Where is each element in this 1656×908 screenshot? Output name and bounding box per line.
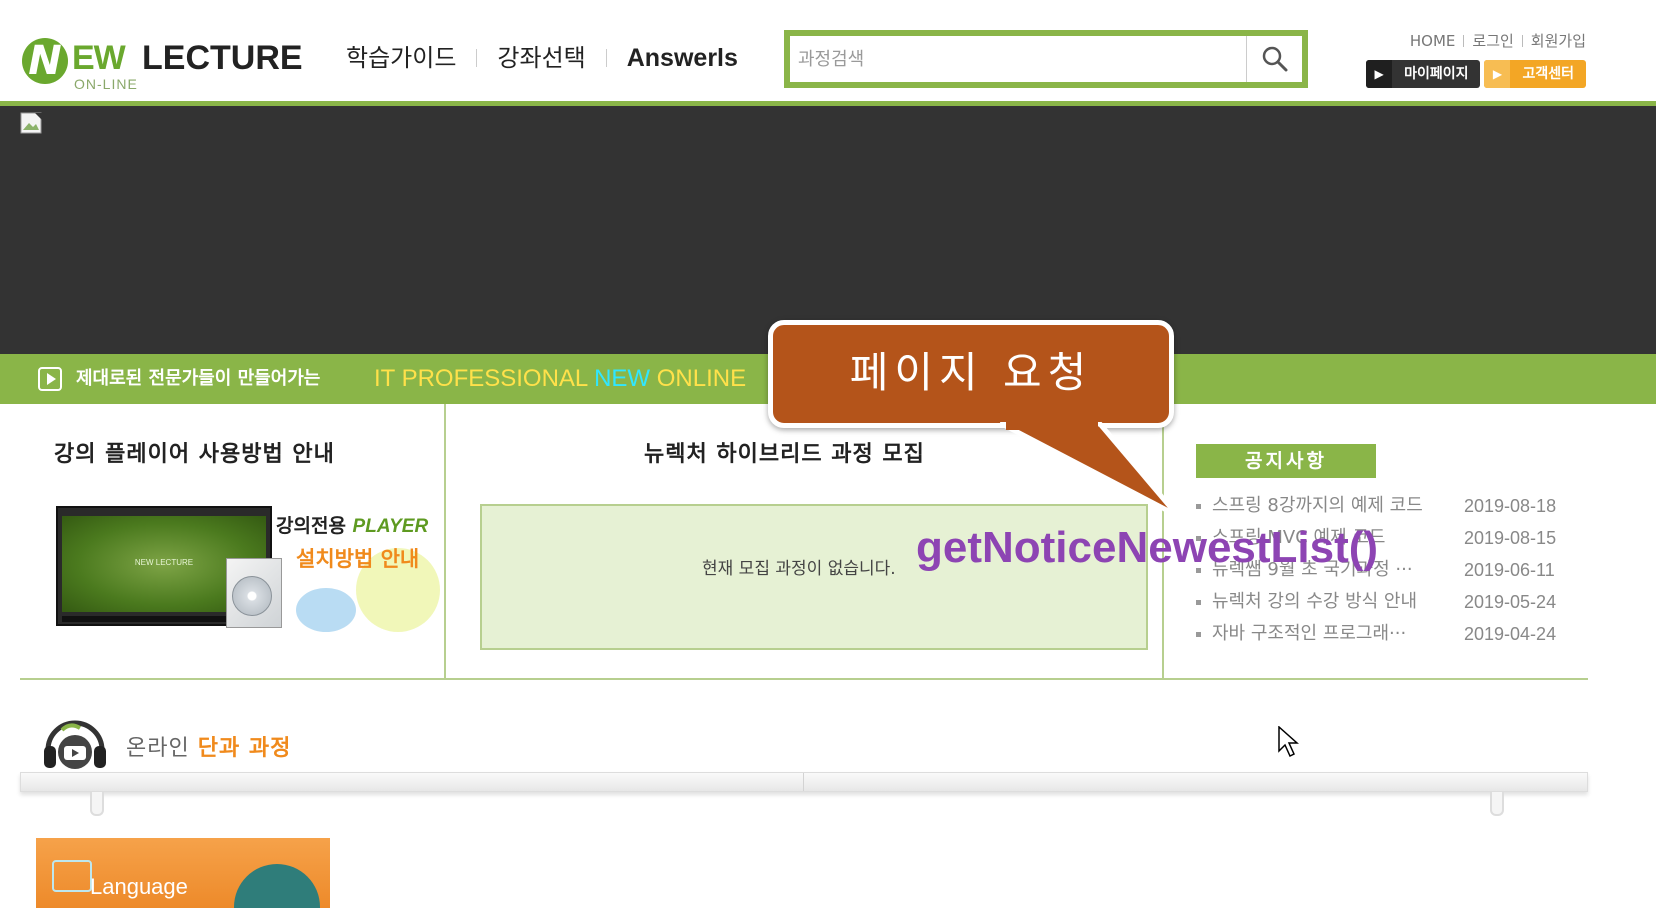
notice-date: 2019-08-15 [1464, 528, 1557, 548]
notice-date: 2019-08-18 [1464, 496, 1557, 516]
util-buttons: ▶ 마이페이지 ▶ 고객센터 [1366, 60, 1586, 88]
notice-date: 2019-06-11 [1464, 560, 1555, 580]
play-icon [38, 367, 62, 391]
nav-answeris[interactable]: Answerls [607, 40, 758, 76]
broken-image-icon [20, 112, 47, 134]
slogan-english: IT PROFESSIONAL NEW ONLINE [374, 364, 746, 394]
logo-text-lecture: LECTURE [142, 39, 303, 77]
util-divider [1521, 35, 1523, 47]
callout-text: 페이지 요청 [849, 348, 1093, 397]
callout-bubble: 페이지 요청 [768, 320, 1174, 428]
callout-tail [1000, 422, 1181, 519]
notice-tab[interactable]: 공지사항 [1196, 444, 1376, 478]
logo-text-ew: EW [72, 39, 126, 77]
notice-title: 뉴렉처 강의 수강 방식 안내 [1212, 591, 1418, 612]
search-input[interactable] [798, 42, 1228, 76]
course-shelf [20, 772, 1588, 792]
java-cup-icon [234, 864, 320, 908]
notice-item[interactable]: 뉴렉처 강의 수강 방식 안내 2019-05-24 [1196, 586, 1566, 618]
play-arrow-icon: ▶ [1366, 60, 1393, 88]
section-divider [20, 678, 1588, 680]
frame-icon [52, 860, 92, 892]
search-button[interactable] [1246, 36, 1302, 82]
login-link[interactable]: 로그인 [1472, 30, 1513, 52]
play-arrow-icon: ▶ [1484, 60, 1511, 88]
recruit-title: 뉴렉처 하이브리드 과정 모집 [644, 442, 925, 467]
course-card-language[interactable]: Language [36, 838, 330, 908]
bullet-icon [1196, 632, 1201, 637]
search-box [784, 30, 1308, 88]
slogan-part-a: IT PROFESSIONAL [374, 365, 595, 392]
mypage-label: 마이페이지 [1404, 66, 1469, 82]
notice-item[interactable]: 스프링 8강까지의 예제 코드 2019-08-18 [1196, 490, 1566, 522]
search-icon [1262, 46, 1287, 72]
mypage-button[interactable]: ▶ 마이페이지 [1366, 60, 1481, 88]
slogan-korean: 제대로된 전문가들이 만들어가는 [76, 368, 321, 389]
mouse-cursor-icon [1278, 726, 1299, 758]
site-logo[interactable]: N EW LECTURE ON-LINE [22, 34, 322, 94]
notice-title: 자바 구조적인 프로그래··· [1212, 623, 1407, 644]
column-divider [444, 404, 446, 680]
player-guide-title: 강의 플레이어 사용방법 안내 [54, 442, 335, 467]
util-divider [1463, 35, 1465, 47]
slogan-part-c: ONLINE [650, 365, 747, 392]
util-links: HOME 로그인 회원가입 [1410, 30, 1586, 52]
slogan-part-new: NEW [594, 365, 651, 392]
bullet-icon [1196, 600, 1201, 605]
nav-learning-guide[interactable]: 학습가이드 [346, 40, 476, 76]
cd-disc-icon [232, 576, 272, 616]
nav-course-select[interactable]: 강좌선택 [477, 40, 605, 76]
logo-n-icon: N [22, 38, 68, 84]
customer-center-button[interactable]: ▶ 고객센터 [1484, 60, 1586, 88]
recruit-empty-message: 현재 모집 과정이 없습니다. [702, 559, 896, 579]
player-guide-line2: 설치방법 안내 [296, 547, 420, 571]
player-guide-line1: 강의전용 PLAYER [276, 515, 429, 537]
player-guide-banner[interactable]: NEW LECTURE 강의전용 PLAYER 설치방법 안내 [56, 506, 442, 632]
bullet-icon [1196, 504, 1201, 509]
online-courses-title: 온라인 단과 과정 [126, 736, 292, 761]
logo-subtitle: ON-LINE [74, 76, 138, 92]
main-banner [0, 106, 1656, 354]
notice-item[interactable]: 자바 구조적인 프로그래··· 2019-04-24 [1196, 618, 1566, 650]
notice-date: 2019-04-24 [1464, 624, 1557, 644]
main-nav: 학습가이드 강좌선택 Answerls [346, 40, 758, 76]
course-card-label: Language [90, 874, 188, 899]
customer-center-label: 고객센터 [1522, 66, 1574, 82]
site-header: N EW LECTURE ON-LINE 학습가이드 강좌선택 Answerls… [0, 0, 1656, 106]
signup-link[interactable]: 회원가입 [1531, 30, 1586, 52]
home-link[interactable]: HOME [1410, 30, 1456, 52]
notice-date: 2019-05-24 [1464, 592, 1557, 612]
notice-title: 스프링 8강까지의 예제 코드 [1212, 495, 1423, 516]
function-annotation: getNoticeNewestList() [916, 523, 1379, 572]
headphones-icon [44, 720, 106, 769]
